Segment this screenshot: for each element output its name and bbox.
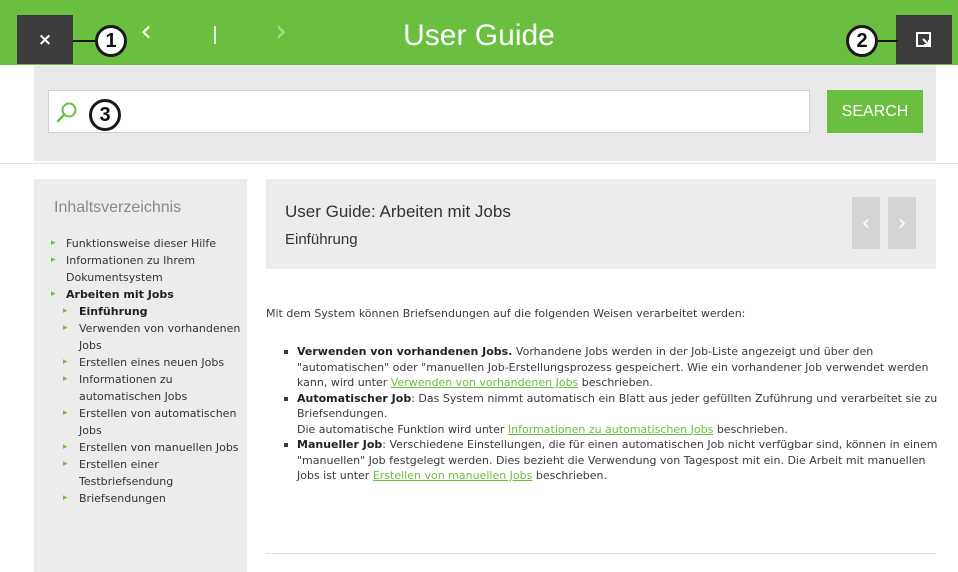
next-topic-button[interactable]: › — [888, 197, 916, 249]
intro-text: Mit dem System können Briefsendungen auf… — [266, 307, 746, 320]
forward-button[interactable]: › — [275, 12, 287, 52]
toc-item[interactable]: Funktionsweise dieser Hilfe — [51, 235, 241, 252]
previous-topic-button[interactable]: ‹ — [852, 197, 880, 249]
toc-item[interactable]: Erstellen von automatischen Jobs — [51, 405, 241, 439]
toc-item[interactable]: Erstellen einer Testbriefsendung — [51, 456, 241, 490]
toc-item[interactable]: Erstellen von manuellen Jobs — [51, 439, 241, 456]
chevron-left-icon: ‹ — [861, 210, 871, 236]
top-bar: User Guide × ‹ › — [0, 0, 958, 65]
item-text: beschrieben. — [713, 422, 788, 436]
back-button[interactable]: ‹ — [140, 12, 152, 52]
toc-item[interactable]: Verwenden von vorhandenen Jobs — [51, 320, 241, 354]
list-item: Verwenden von vorhandenen Jobs. Vorhande… — [282, 344, 938, 391]
chevron-right-icon: › — [275, 14, 287, 49]
callout-1-line — [73, 40, 97, 42]
close-button[interactable]: × — [17, 15, 73, 64]
callout-3: 3 — [89, 99, 121, 131]
link-erstellen-manuellen-jobs[interactable]: Erstellen von manuellen Jobs — [373, 469, 533, 482]
item-text: Die automatische Funktion wird unter — [297, 422, 508, 436]
search-panel: 3 SEARCH — [34, 65, 936, 161]
item-heading: Automatischer Job — [297, 391, 412, 405]
toc-list: Funktionsweise dieser Hilfe Informatione… — [51, 235, 241, 507]
divider — [0, 163, 958, 164]
page-subtitle: Einführung — [285, 231, 358, 248]
toc-item[interactable]: Informationen zu automatischen Jobs — [51, 371, 241, 405]
toc-item[interactable]: Briefsendungen — [51, 490, 241, 507]
chevron-right-icon: › — [897, 210, 907, 236]
chevron-left-icon: ‹ — [140, 14, 152, 49]
list-item: Manueller Job: Verschiedene Einstellunge… — [282, 437, 938, 484]
toc-item-current[interactable]: Einführung — [51, 303, 241, 320]
item-text: beschrieben. — [578, 376, 653, 389]
callout-2: 2 — [846, 25, 878, 57]
content-list: Verwenden von vorhandenen Jobs. Vorhande… — [282, 344, 938, 484]
item-heading: Verwenden von vorhandenen Jobs. — [297, 345, 513, 358]
toc-item[interactable]: Informationen zu Ihrem Dokumentsystem — [51, 252, 241, 286]
nav-divider — [214, 26, 216, 44]
search-button[interactable]: SEARCH — [827, 90, 923, 133]
toc-title: Inhaltsverzeichnis — [54, 199, 182, 216]
close-icon: × — [37, 29, 53, 50]
divider — [266, 553, 936, 554]
search-input[interactable] — [48, 90, 810, 133]
page-title: User Guide: Arbeiten mit Jobs — [285, 202, 511, 221]
toc-item-active-section[interactable]: Arbeiten mit Jobs — [51, 286, 241, 303]
toc-sidebar: Inhaltsverzeichnis Funktionsweise dieser… — [34, 179, 247, 572]
detach-window-button[interactable] — [896, 15, 952, 64]
search-icon — [56, 102, 77, 123]
item-heading: Manueller Job — [297, 438, 383, 451]
item-text: beschrieben. — [532, 469, 607, 482]
detach-window-icon — [916, 31, 931, 47]
callout-1: 1 — [95, 25, 127, 57]
link-informationen-automatischen-jobs[interactable]: Informationen zu automatischen Jobs — [508, 423, 713, 436]
list-item: Automatischer Job: Das System nimmt auto… — [282, 391, 938, 438]
link-verwenden-vorhandenen-jobs[interactable]: Verwenden von vorhandenen Jobs — [391, 376, 579, 389]
topic-header: User Guide: Arbeiten mit Jobs Einführung… — [266, 179, 936, 269]
toc-item[interactable]: Erstellen eines neuen Jobs — [51, 354, 241, 371]
callout-2-line — [876, 40, 898, 42]
